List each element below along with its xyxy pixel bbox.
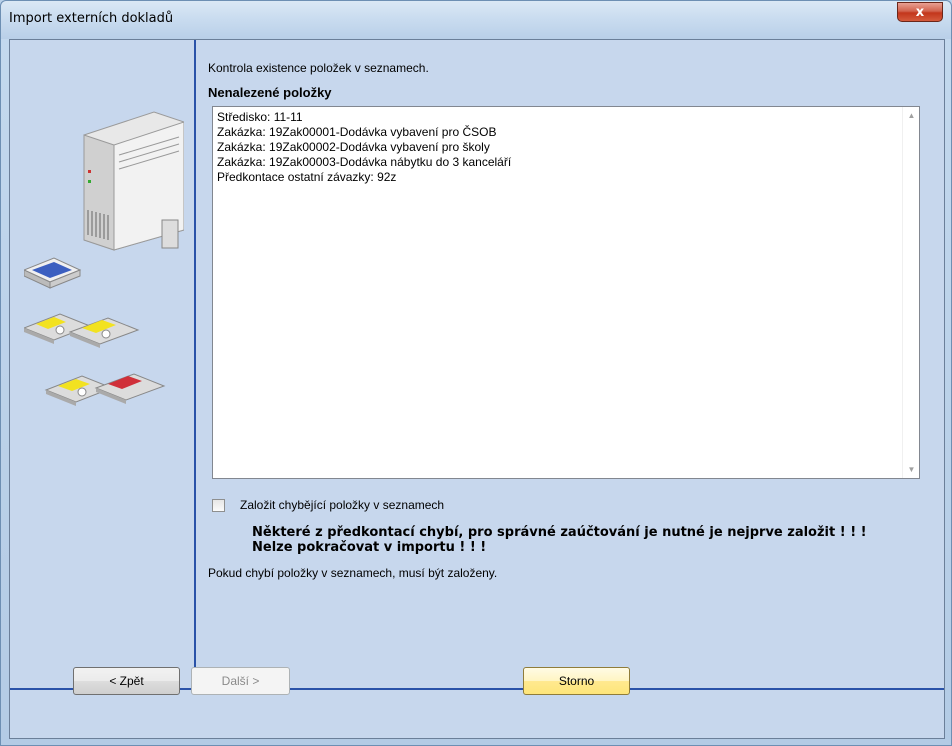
list-content: Středisko: 11-11 Zakázka: 19Zak00001-Dod…: [217, 110, 511, 185]
close-icon: x: [915, 4, 925, 20]
missing-items-list[interactable]: Středisko: 11-11 Zakázka: 19Zak00001-Dod…: [212, 106, 920, 479]
close-button[interactable]: x: [897, 2, 943, 22]
illustration-panel: [10, 40, 196, 678]
import-dialog: Import externích dokladů x Kontrola exis…: [0, 0, 952, 746]
dialog-client: Kontrola existence položek v seznamech. …: [9, 39, 945, 739]
computer-and-disks-illustration: [24, 111, 184, 406]
window-title: Import externích dokladů: [9, 11, 174, 26]
list-item: Zakázka: 19Zak00002-Dodávka vybavení pro…: [217, 140, 490, 154]
warning-line: Některé z předkontací chybí, pro správné…: [252, 525, 867, 540]
create-items-option[interactable]: Založit chybějící položky v seznamech: [212, 498, 444, 512]
warning-message: Některé z předkontací chybí, pro správné…: [252, 525, 867, 555]
back-button[interactable]: < Zpět: [73, 667, 180, 695]
warning-line: Nelze pokračovat v importu ! ! !: [252, 540, 487, 555]
list-item: Středisko: 11-11: [217, 110, 303, 124]
list-item: Předkontace ostatní závazky: 92z: [217, 170, 397, 184]
create-items-label: Založit chybějící položky v seznamech: [240, 498, 445, 512]
next-button[interactable]: Další >: [191, 667, 290, 695]
cancel-button[interactable]: Storno: [523, 667, 630, 695]
list-item: Zakázka: 19Zak00001-Dodávka vybavení pro…: [217, 125, 497, 139]
scroll-up-icon[interactable]: ▲: [903, 107, 920, 124]
title-bar: Import externích dokladů x: [1, 1, 951, 39]
check-label: Kontrola existence položek v seznamech.: [208, 61, 429, 75]
content-panel: Kontrola existence položek v seznamech. …: [198, 40, 944, 678]
info-text: Pokud chybí položky v seznamech, musí bý…: [208, 566, 498, 580]
list-item: Zakázka: 19Zak00003-Dodávka nábytku do 3…: [217, 155, 512, 169]
create-items-checkbox[interactable]: [212, 498, 225, 512]
scroll-down-icon[interactable]: ▼: [903, 461, 920, 478]
button-bar: [10, 688, 944, 738]
vertical-scrollbar[interactable]: ▲ ▼: [902, 107, 919, 478]
section-title: Nenalezené položky: [208, 85, 332, 100]
